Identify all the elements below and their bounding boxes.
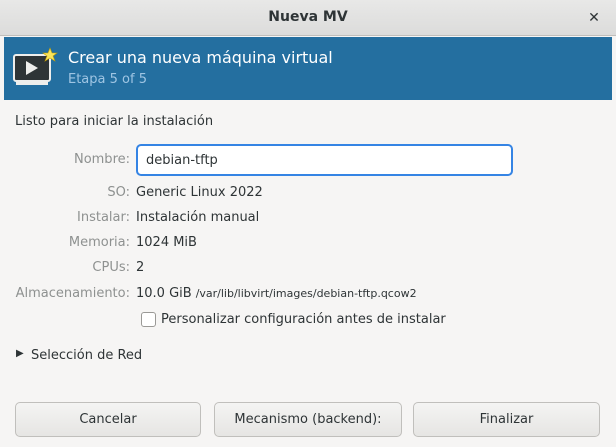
finish-button[interactable]: Finalizar [413,402,600,437]
ready-text: Listo para iniciar la instalación [15,114,214,129]
network-expander-label[interactable]: Selección de Red [31,348,142,363]
step-indicator: Etapa 5 of 5 [68,72,147,87]
close-icon[interactable]: ✕ [584,8,604,28]
customize-checkbox[interactable] [141,312,156,327]
cancel-button[interactable]: Cancelar [15,402,201,437]
storage-path: /var/lib/libvirt/images/debian-tftp.qcow… [195,287,417,300]
cpus-label: CPUs: [92,260,130,275]
name-label: Nombre: [73,152,130,167]
os-value: Generic Linux 2022 [136,185,263,200]
install-label: Instalar: [77,210,130,225]
storage-size: 10.0 GiB [136,286,192,301]
name-field[interactable] [136,144,513,176]
backend-button[interactable]: Mecanismo (backend): [214,402,402,437]
customize-label[interactable]: Personalizar configuración antes de inst… [161,312,446,327]
window-title: Nueva MV [268,9,348,25]
title-bar: Nueva MV ✕ [0,0,616,36]
cpus-value: 2 [136,260,145,275]
memory-label: Memoria: [68,235,130,250]
wizard-banner: Crear una nueva máquina virtual Etapa 5 … [4,37,612,100]
vm-monitor-icon [13,47,58,85]
storage-value: 10.0 GiB/var/lib/libvirt/images/debian-t… [136,286,417,301]
os-label: SO: [107,185,130,200]
memory-value: 1024 MiB [136,235,197,250]
banner-heading: Crear una nueva máquina virtual [68,48,333,67]
install-value: Instalación manual [136,210,260,225]
storage-label: Almacenamiento: [15,286,130,301]
expander-arrow-icon[interactable]: ▶ [16,348,24,359]
